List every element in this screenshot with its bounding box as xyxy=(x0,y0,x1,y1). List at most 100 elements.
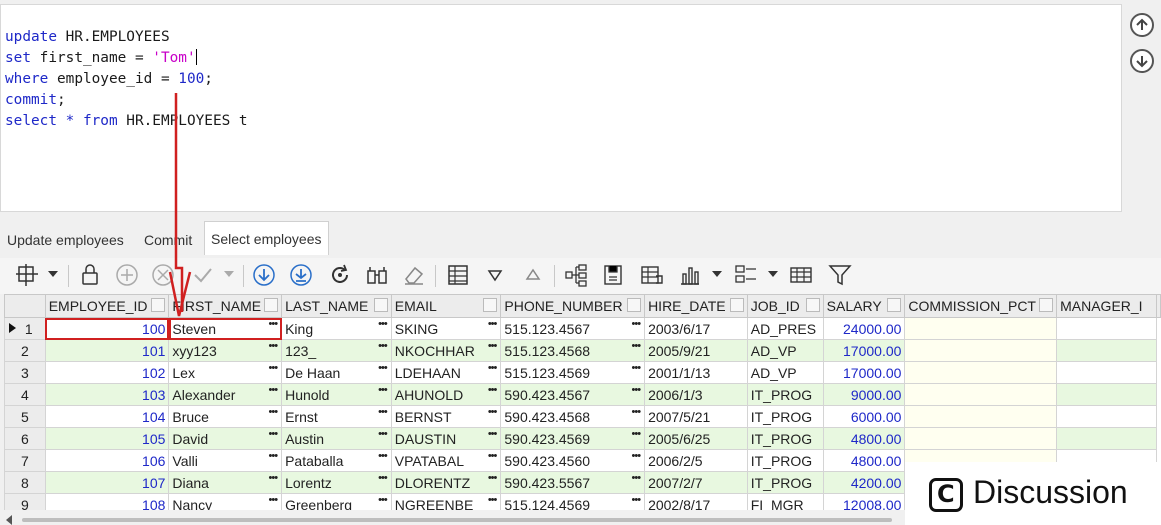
grid-cell[interactable]: 4200.00 xyxy=(822,471,906,494)
query-by-example-icon[interactable] xyxy=(364,262,390,288)
grid-cell[interactable]: 590.423.4569 ••• xyxy=(500,427,646,450)
grid-cell[interactable]: 108 xyxy=(44,493,170,510)
row-header[interactable]: 6 xyxy=(4,427,46,450)
grid-cell[interactable] xyxy=(1056,427,1157,450)
grid-options-icon[interactable] xyxy=(14,262,40,288)
grid-cell[interactable]: 2001/1/13 xyxy=(644,361,748,384)
grid-cell[interactable]: 2007/5/21 xyxy=(644,405,748,428)
cell-editor-button[interactable]: ••• xyxy=(488,473,498,485)
grid-cell[interactable]: NGREENBE ••• xyxy=(390,493,502,510)
grid-cell[interactable]: 515.123.4567 ••• xyxy=(500,317,646,340)
column-header[interactable]: JOB_ID xyxy=(746,294,824,318)
grid-layout-icon[interactable] xyxy=(733,262,759,288)
grid-cell[interactable]: David ••• xyxy=(168,427,283,450)
move-down-icon[interactable] xyxy=(1130,49,1154,73)
cell-editor-button[interactable]: ••• xyxy=(632,407,642,419)
table-row[interactable]: 5 104 Bruce ••• Ernst ••• BERNST ••• 590.423.456… xyxy=(4,405,1161,428)
grid-cell[interactable]: 590.423.5567 ••• xyxy=(500,471,646,494)
grid-cell[interactable]: 104 xyxy=(44,405,170,428)
fetch-next-icon[interactable] xyxy=(251,262,277,288)
cell-editor-button[interactable]: ••• xyxy=(378,495,388,507)
grid-cell[interactable] xyxy=(904,339,1058,362)
column-header[interactable]: EMPLOYEE_ID xyxy=(44,294,170,318)
column-header[interactable]: COMMISSION_PCT xyxy=(904,294,1058,318)
grid-cell[interactable]: 2002/8/17 xyxy=(644,493,748,510)
grid-cell[interactable]: Pataballa ••• xyxy=(281,449,392,472)
filter-up-icon[interactable] xyxy=(520,262,546,288)
cell-editor-button[interactable]: ••• xyxy=(488,429,498,441)
grid-cell[interactable]: FI_MGR xyxy=(746,493,824,510)
row-header[interactable]: 9 xyxy=(4,493,46,510)
table-row[interactable]: 1 100 Steven ••• King ••• SKING ••• 515.123.4567… xyxy=(4,317,1161,340)
cell-editor-button[interactable]: ••• xyxy=(378,319,388,331)
grid-cell[interactable]: 4800.00 xyxy=(822,427,906,450)
grid-cell[interactable]: 100 xyxy=(44,317,170,340)
grid-cell[interactable]: De Haan ••• xyxy=(281,361,392,384)
grid-cell[interactable]: 2005/9/21 xyxy=(644,339,748,362)
grid-cell[interactable]: Bruce ••• xyxy=(168,405,283,428)
grid-cell[interactable]: 123_ ••• xyxy=(281,339,392,362)
move-up-icon[interactable] xyxy=(1130,13,1154,37)
row-header[interactable]: 1 xyxy=(4,317,46,340)
row-header[interactable]: 3 xyxy=(4,361,46,384)
column-sort-button[interactable] xyxy=(627,298,642,312)
add-record-icon[interactable] xyxy=(114,262,140,288)
scroll-left-icon[interactable] xyxy=(6,515,12,525)
chart-dropdown-icon[interactable] xyxy=(712,271,722,277)
chart-icon[interactable] xyxy=(677,262,703,288)
grid-cell[interactable]: DLORENTZ ••• xyxy=(390,471,502,494)
grid-cell[interactable]: 4800.00 xyxy=(822,449,906,472)
grid-cell[interactable]: Nancy ••• xyxy=(168,493,283,510)
grid-cell[interactable]: 17000.00 xyxy=(822,339,906,362)
grid-cell[interactable]: AHUNOLD ••• xyxy=(390,383,502,406)
cell-editor-button[interactable]: ••• xyxy=(269,319,279,331)
grid-cell[interactable] xyxy=(1056,383,1157,406)
grid-cell[interactable] xyxy=(1056,361,1157,384)
cell-editor-button[interactable]: ••• xyxy=(488,385,498,397)
grid-cell[interactable]: 107 xyxy=(44,471,170,494)
cell-editor-button[interactable]: ••• xyxy=(269,385,279,397)
grid-cell[interactable]: Austin ••• xyxy=(281,427,392,450)
cell-editor-button[interactable]: ••• xyxy=(488,407,498,419)
column-sort-button[interactable] xyxy=(151,298,166,312)
grid-cell[interactable]: 9000.00 xyxy=(822,383,906,406)
grid-cell[interactable]: xyy123 ••• xyxy=(168,339,283,362)
grid-cell[interactable]: Steven ••• xyxy=(168,317,283,340)
grid-cell[interactable]: 24000.00 xyxy=(822,317,906,340)
grid-cell[interactable]: 105 xyxy=(44,427,170,450)
clear-icon[interactable] xyxy=(401,262,427,288)
table-row[interactable]: 6 105 David ••• Austin ••• DAUSTIN ••• 590.423.4… xyxy=(4,427,1161,450)
column-header[interactable]: MANAGER_I xyxy=(1056,294,1157,318)
grid-cell[interactable] xyxy=(904,361,1058,384)
column-sort-button[interactable] xyxy=(805,298,820,312)
grid-cell[interactable]: Greenberg ••• xyxy=(281,493,392,510)
cell-editor-button[interactable]: ••• xyxy=(269,429,279,441)
cell-editor-button[interactable]: ••• xyxy=(378,451,388,463)
grid-cell[interactable] xyxy=(904,405,1058,428)
grid-cell[interactable] xyxy=(1056,339,1157,362)
grid-cell[interactable]: 515.123.4568 ••• xyxy=(500,339,646,362)
lock-icon[interactable] xyxy=(77,262,103,288)
cell-editor-button[interactable]: ••• xyxy=(632,451,642,463)
cell-editor-button[interactable]: ••• xyxy=(488,495,498,507)
fetch-last-icon[interactable] xyxy=(288,262,314,288)
grid-cell[interactable]: 2006/1/3 xyxy=(644,383,748,406)
cell-editor-button[interactable]: ••• xyxy=(632,341,642,353)
cell-editor-button[interactable]: ••• xyxy=(269,407,279,419)
cell-editor-button[interactable]: ••• xyxy=(378,407,388,419)
single-record-view-icon[interactable] xyxy=(445,262,471,288)
grid-cell[interactable]: BERNST ••• xyxy=(390,405,502,428)
column-sort-button[interactable] xyxy=(483,298,498,312)
grid-cell[interactable]: Valli ••• xyxy=(168,449,283,472)
tab-commit[interactable]: Commit xyxy=(144,232,192,248)
cell-editor-button[interactable]: ••• xyxy=(488,451,498,463)
grid-cell[interactable]: AD_VP xyxy=(746,361,824,384)
grid-cell[interactable]: 515.124.4569 ••• xyxy=(500,493,646,510)
grid-cell[interactable]: 2007/2/7 xyxy=(644,471,748,494)
scroll-thumb[interactable] xyxy=(22,518,892,522)
column-header[interactable]: FIRST_NAME xyxy=(168,294,283,318)
cell-editor-button[interactable]: ••• xyxy=(632,363,642,375)
column-sort-button[interactable] xyxy=(729,298,744,312)
cell-editor-button[interactable]: ••• xyxy=(378,385,388,397)
post-dropdown-icon[interactable] xyxy=(224,271,234,277)
